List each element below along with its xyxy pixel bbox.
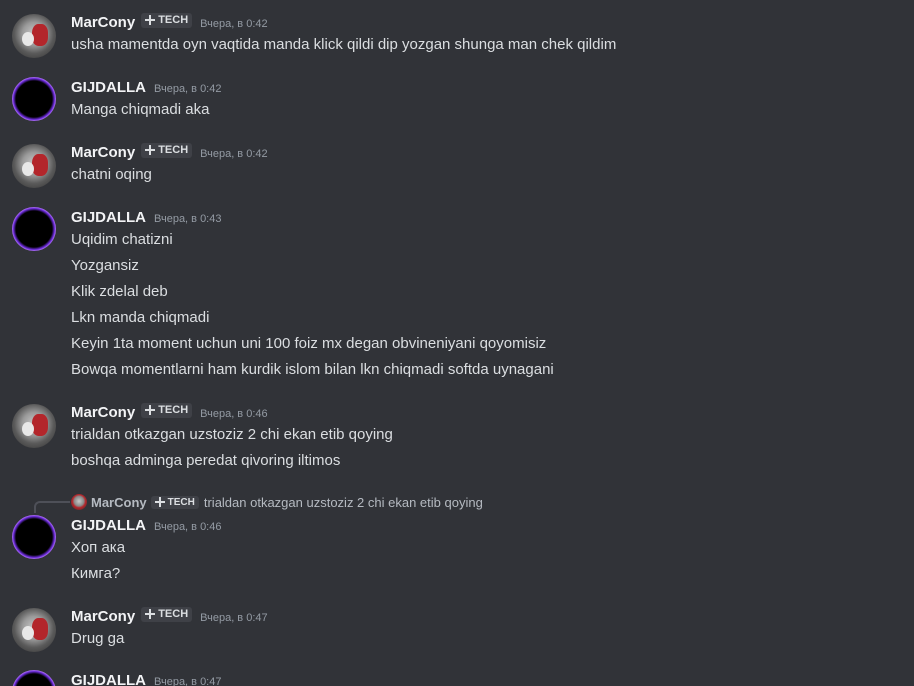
message-line: Bowqa momentlarni ham kurdik islom bilan… [71,361,554,378]
reply-username[interactable]: MarCony [91,495,147,510]
chat-message-list[interactable]: MarCony TECH Вчера, в 0:42 usha mamentda… [0,0,914,686]
timestamp[interactable]: Вчера, в 0:42 [154,83,221,95]
reply-avatar [71,494,87,510]
server-tag[interactable]: TECH [141,12,193,28]
message-header: GIJDALLA Вчера, в 0:42 [71,79,221,96]
server-tag[interactable]: TECH [141,606,193,622]
timestamp[interactable]: Вчера, в 0:47 [154,676,221,686]
avatar[interactable] [12,608,56,652]
tag-label: TECH [158,14,189,26]
tag-icon [145,405,156,415]
message-line: Хоп ака [71,539,126,556]
message-header: MarCony TECH Вчера, в 0:42 [71,12,268,31]
server-tag[interactable]: TECH [141,402,193,418]
tag-label: TECH [167,496,195,508]
timestamp[interactable]: Вчера, в 0:43 [154,213,221,225]
timestamp[interactable]: Вчера, в 0:42 [200,18,267,30]
message-header: MarCony TECH Вчера, в 0:42 [71,142,268,161]
timestamp[interactable]: Вчера, в 0:42 [200,148,267,160]
avatar[interactable] [12,77,56,121]
server-tag[interactable]: TECH [141,142,193,158]
username[interactable]: MarCony [71,608,135,625]
avatar[interactable] [12,207,56,251]
message-line: Drug ga [71,630,125,647]
tag-label: TECH [158,144,189,156]
tag-icon [145,609,156,619]
avatar[interactable] [12,404,56,448]
message-line: Klik zdelal deb [71,283,168,300]
message-line: Кимга? [71,565,121,582]
message-line: Yozgansiz [71,257,139,274]
username[interactable]: GIJDALLA [71,209,146,226]
username[interactable]: MarCony [71,144,135,161]
message-line: Manga chiqmadi aka [71,101,210,118]
message-header: GIJDALLA Вчера, в 0:47 [71,672,221,686]
timestamp[interactable]: Вчера, в 0:46 [200,408,267,420]
reply-text[interactable]: trialdan otkazgan uzstoziz 2 chi ekan et… [204,495,483,510]
message-header: MarCony TECH Вчера, в 0:47 [71,606,268,625]
username[interactable]: GIJDALLA [71,517,146,534]
message-line: trialdan otkazgan uzstoziz 2 chi ekan et… [71,426,393,443]
tag-label: TECH [158,404,189,416]
avatar[interactable] [12,515,56,559]
avatar[interactable] [12,14,56,58]
server-tag: TECH [150,495,199,509]
message-line: usha mamentda oyn vaqtida manda klick qi… [71,36,617,53]
message-line: Keyin 1ta moment uchun uni 100 foiz mx d… [71,335,547,352]
tag-icon [145,15,156,25]
message-header: MarCony TECH Вчера, в 0:46 [71,402,268,421]
message-line: chatni oqing [71,166,152,183]
message-header: GIJDALLA Вчера, в 0:43 [71,209,221,226]
message-header: GIJDALLA Вчера, в 0:46 [71,517,221,534]
username[interactable]: MarCony [71,14,135,31]
username[interactable]: MarCony [71,404,135,421]
timestamp[interactable]: Вчера, в 0:46 [154,521,221,533]
tag-label: TECH [158,608,189,620]
avatar[interactable] [12,670,56,686]
reply-spine [34,501,70,513]
message-line: Uqidim chatizni [71,231,173,248]
username[interactable]: GIJDALLA [71,672,146,686]
message-line: boshqa adminga peredat qivoring iltimos [71,452,341,469]
message-line: Lkn manda chiqmadi [71,309,210,326]
tag-icon [145,145,156,155]
tag-icon [154,497,165,507]
timestamp[interactable]: Вчера, в 0:47 [200,612,267,624]
username[interactable]: GIJDALLA [71,79,146,96]
avatar[interactable] [12,144,56,188]
reply-preview[interactable]: MarCony TECH trialdan otkazgan uzstoziz … [71,494,483,510]
